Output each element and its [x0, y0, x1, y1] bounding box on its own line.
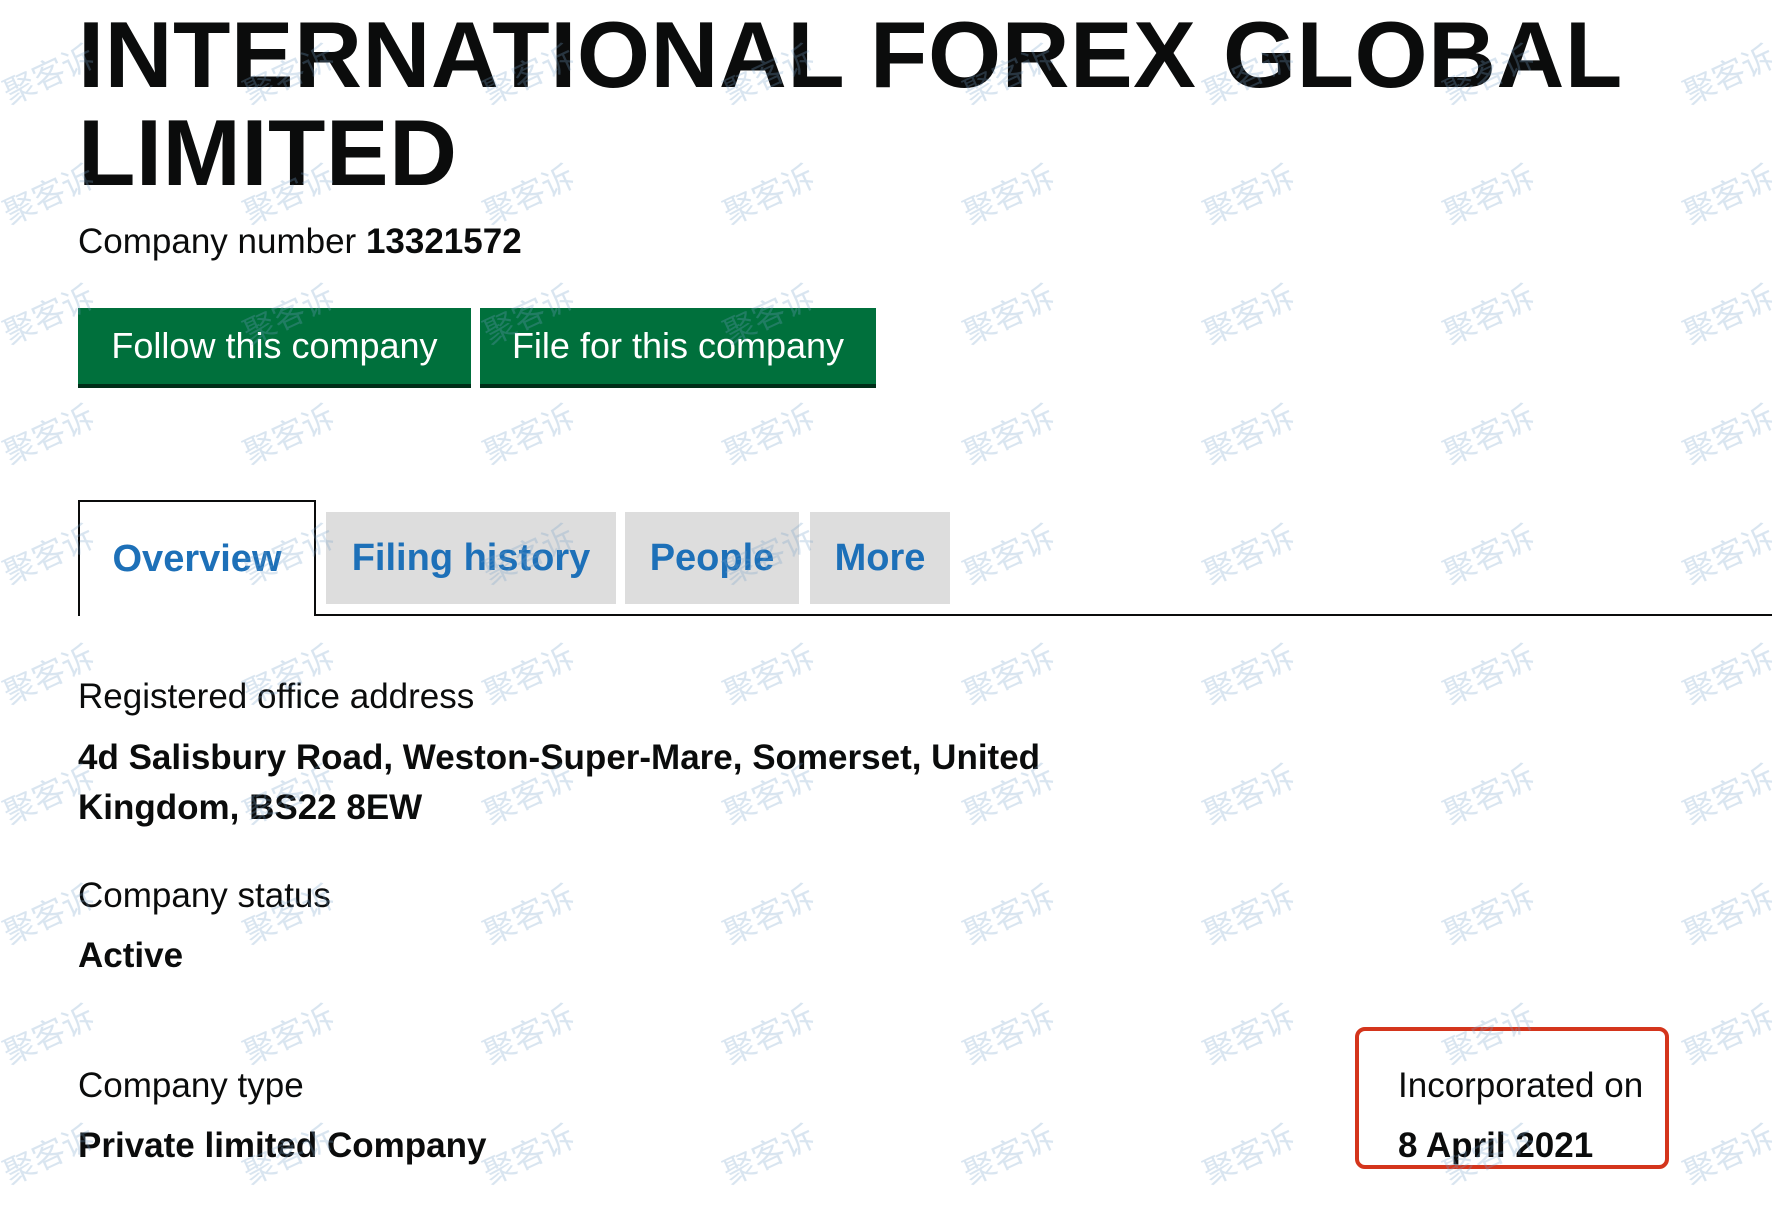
company-type-label: Company type: [78, 1066, 304, 1105]
tab-overview[interactable]: Overview: [78, 500, 316, 616]
company-number: Company number 13321572: [78, 222, 522, 262]
tabs-divider: [78, 614, 1772, 616]
company-status-label: Company status: [78, 876, 331, 915]
registered-office-value: 4d Salisbury Road, Weston-Super-Mare, So…: [78, 738, 1041, 827]
tab-more[interactable]: More: [810, 512, 950, 604]
follow-company-button[interactable]: Follow this company: [78, 308, 471, 384]
incorporated-on-value: 8 April 2021: [1398, 1126, 1594, 1165]
tab-filing-history[interactable]: Filing history: [326, 512, 616, 604]
tab-people[interactable]: People: [625, 512, 799, 604]
file-for-company-button[interactable]: File for this company: [480, 308, 876, 384]
incorporated-on-label: Incorporated on: [1398, 1066, 1644, 1105]
company-status-value: Active: [78, 936, 184, 975]
registered-office-label: Registered office address: [78, 677, 475, 716]
company-name-heading: INTERNATIONAL FOREX GLOBAL LIMITED: [78, 2, 1622, 205]
company-overview-page: INTERNATIONAL FOREX GLOBAL LIMITED Compa…: [0, 0, 1772, 1212]
company-number-label: Company number: [78, 222, 357, 261]
company-number-value: 13321572: [365, 222, 522, 261]
company-type-value: Private limited Company: [78, 1126, 487, 1165]
company-tabs: Overview Filing history People More: [0, 500, 1772, 616]
